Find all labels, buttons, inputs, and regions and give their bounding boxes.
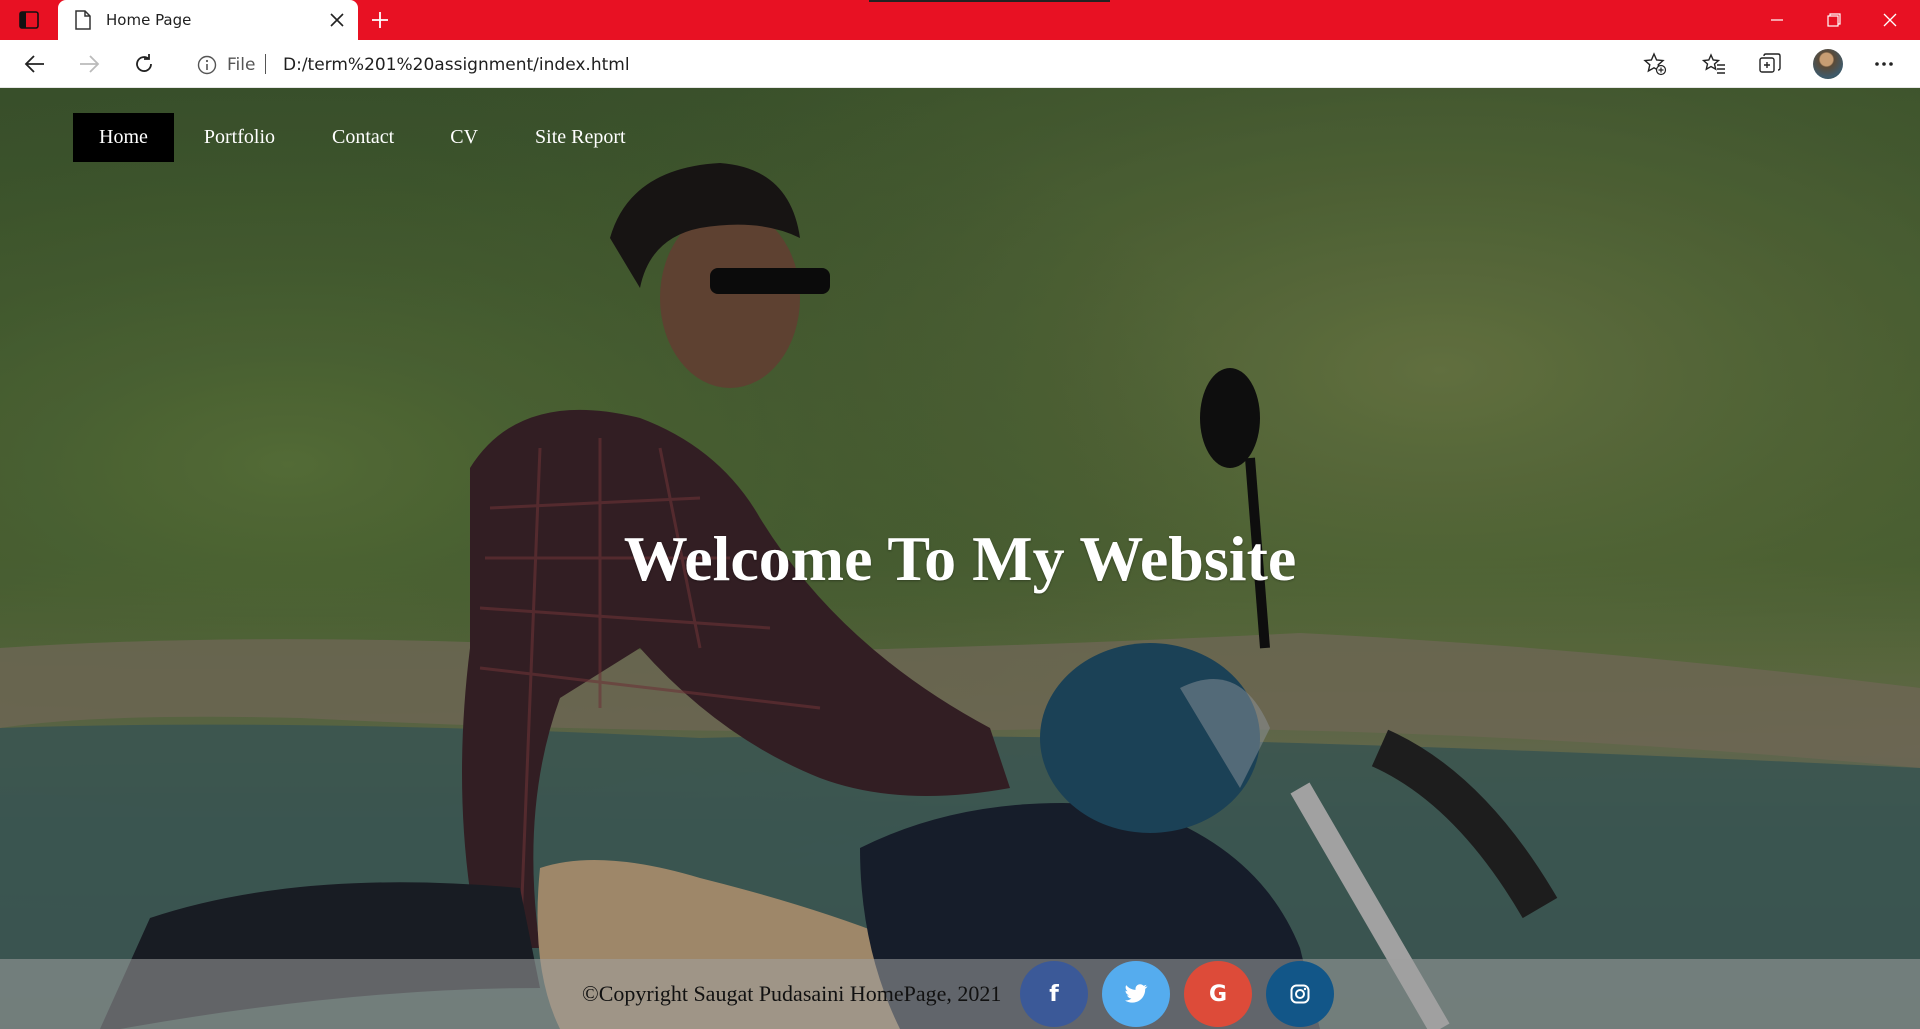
profile-avatar[interactable]	[1813, 49, 1843, 79]
back-arrow-icon[interactable]	[22, 51, 48, 77]
restore-icon[interactable]	[1820, 6, 1848, 34]
minimize-icon[interactable]	[1763, 6, 1791, 34]
collections-icon[interactable]	[1757, 51, 1783, 77]
address-separator	[265, 54, 266, 74]
favorites-icon[interactable]	[1701, 51, 1727, 77]
forward-arrow-icon[interactable]	[76, 51, 102, 77]
refresh-icon[interactable]	[131, 51, 157, 77]
page-footer: ©Copyright Saugat Pudasaini HomePage, 20…	[0, 959, 1920, 1029]
page-viewport: Home Portfolio Contact CV Site Report We…	[0, 88, 1920, 1029]
instagram-button[interactable]	[1266, 961, 1334, 1027]
copyright-text: ©Copyright Saugat Pudasaini HomePage, 20…	[582, 981, 1002, 1006]
hero-title: Welcome To My Website	[623, 523, 1297, 594]
add-favorite-icon[interactable]	[1642, 51, 1668, 77]
page-icon	[75, 10, 91, 30]
address-scheme: File	[227, 55, 256, 75]
close-tab-icon[interactable]	[328, 11, 346, 29]
twitter-icon	[1125, 984, 1148, 1003]
nav-home[interactable]: Home	[73, 113, 174, 162]
address-bar[interactable]: File D:/term%201%20assignment/index.html	[180, 45, 1680, 83]
address-url[interactable]: D:/term%201%20assignment/index.html	[283, 55, 630, 75]
instagram-icon	[1290, 984, 1310, 1004]
google-button[interactable]: G	[1184, 961, 1252, 1027]
nav-cv[interactable]: CV	[424, 113, 508, 162]
browser-titlebar: Home Page	[0, 0, 1920, 40]
browser-tab[interactable]: Home Page	[58, 0, 358, 40]
close-window-icon[interactable]	[1876, 6, 1904, 34]
browser-toolbar: File D:/term%201%20assignment/index.html	[0, 40, 1920, 88]
titlebar-drag-strip	[869, 0, 1110, 2]
facebook-button[interactable]: f	[1020, 961, 1088, 1027]
info-icon[interactable]	[197, 55, 217, 75]
nav-site-report[interactable]: Site Report	[508, 113, 652, 162]
main-nav: Home Portfolio Contact CV Site Report	[73, 113, 652, 163]
nav-portfolio[interactable]: Portfolio	[174, 113, 304, 162]
google-icon: G	[1208, 981, 1228, 1007]
twitter-button[interactable]	[1102, 961, 1170, 1027]
nav-contact[interactable]: Contact	[304, 113, 424, 162]
new-tab-icon[interactable]	[368, 8, 392, 32]
more-options-icon[interactable]	[1871, 51, 1897, 77]
tab-title: Home Page	[106, 11, 192, 29]
tab-actions-icon[interactable]	[18, 10, 40, 30]
facebook-icon: f	[1049, 981, 1059, 1007]
